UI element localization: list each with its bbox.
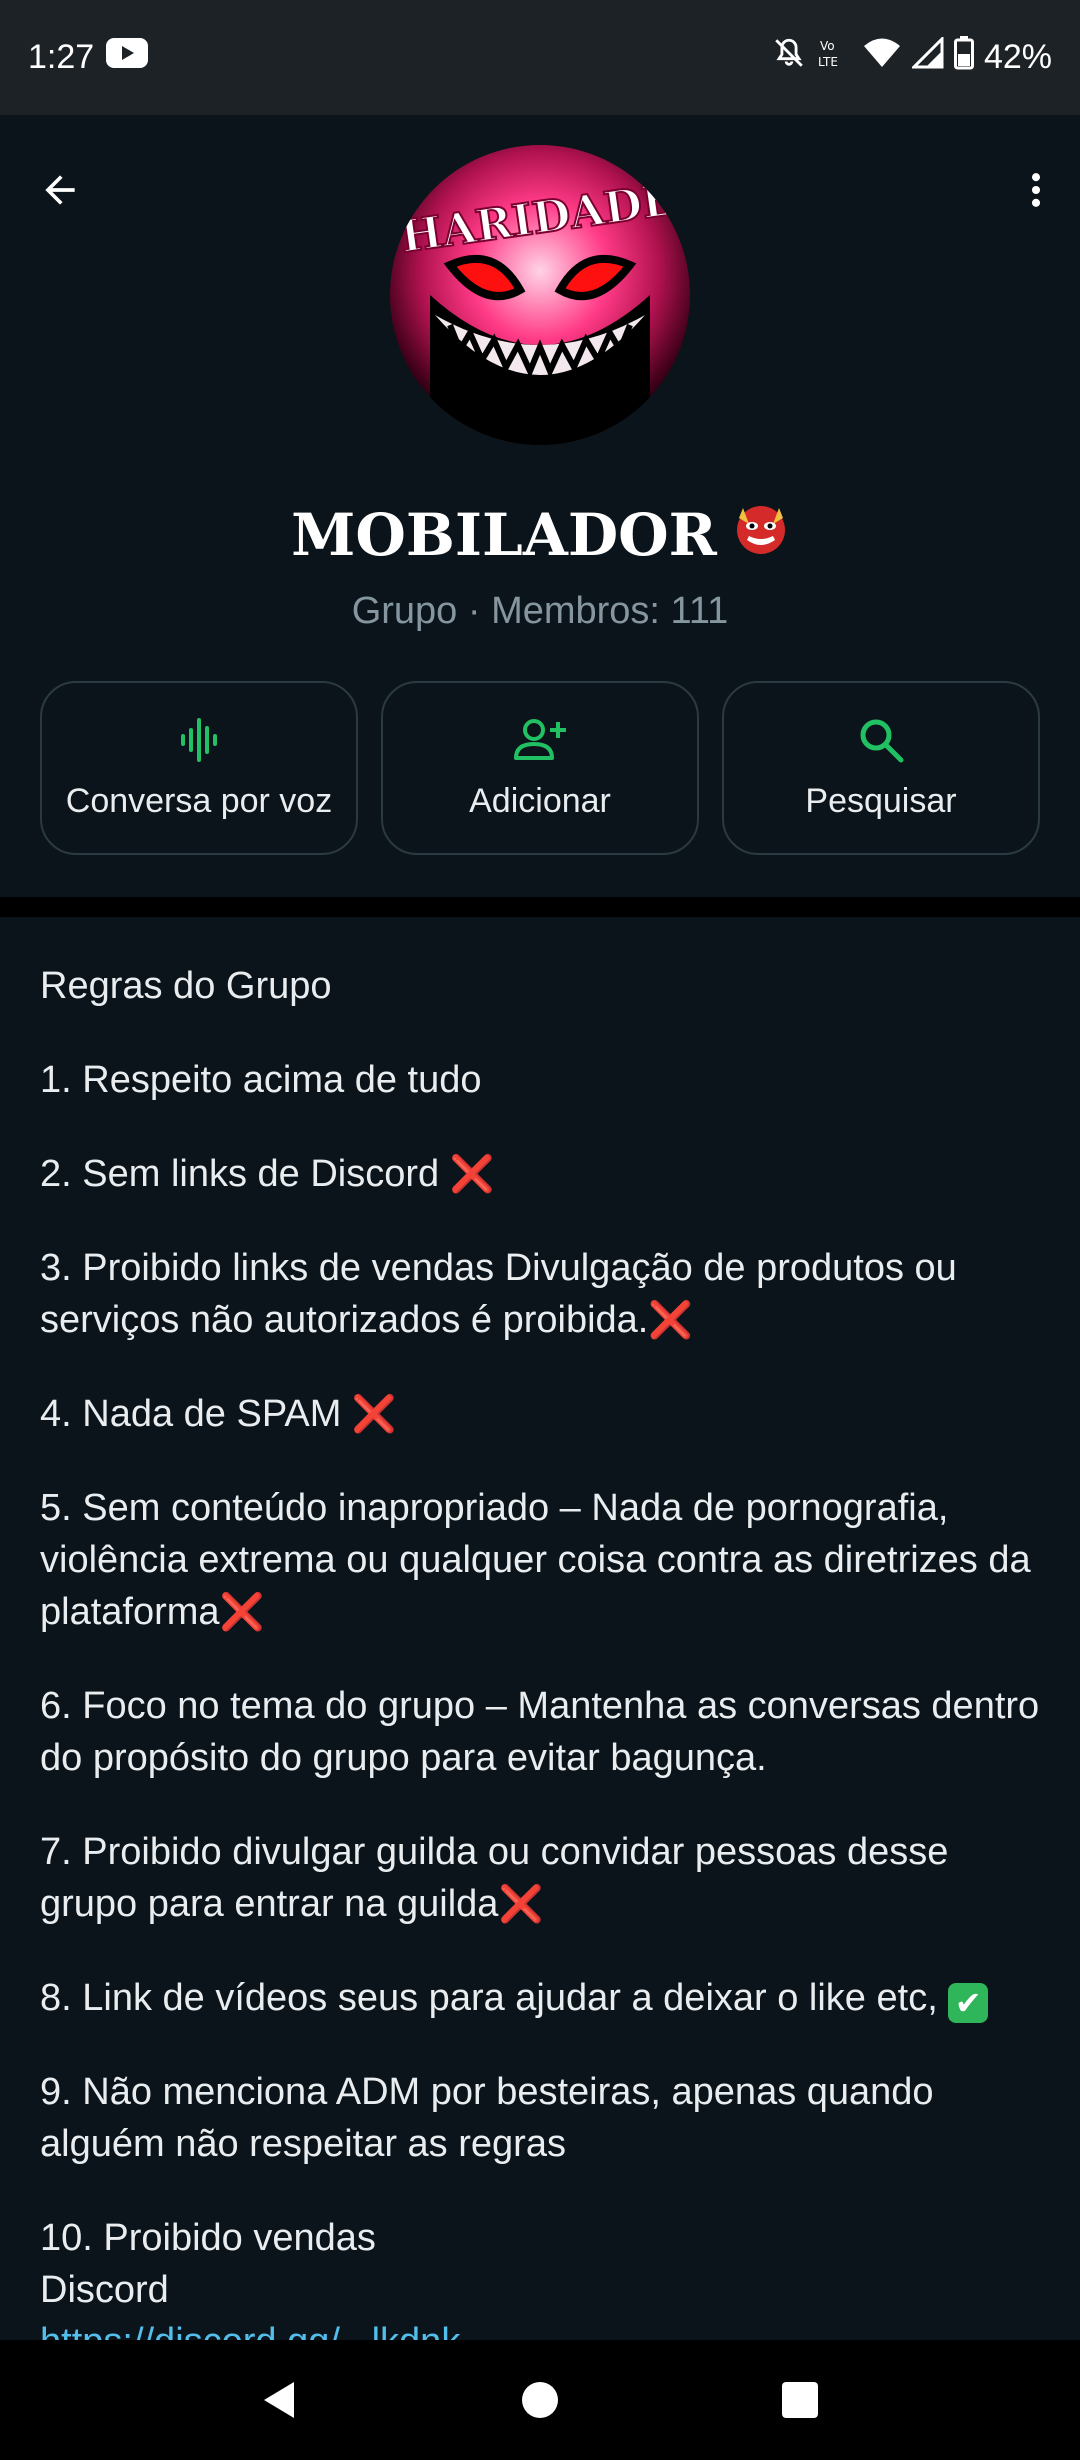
nav-home-icon [522,2382,558,2418]
rule-item: 1. Respeito acima de tudo [40,1059,482,1101]
cross-mark-icon: ❌ [648,1299,694,1340]
cross-mark-icon: ❌ [219,1591,265,1632]
rule-item: 7. Proibido divulgar guilda ou convidar … [40,1831,949,1925]
avatar-image: HARIDADE [396,173,680,445]
nav-recents-button[interactable] [760,2360,840,2440]
action-buttons: Conversa por voz Adicionar Pesquisar [40,681,1040,859]
wifi-icon [862,37,902,78]
status-right: Vo LTE 42% [772,35,1052,79]
group-avatar[interactable]: HARIDADE [390,145,690,445]
group-description[interactable]: Regras do Grupo 1. Respeito acima de tud… [40,960,1050,2340]
group-name: MOBILADOR [0,500,1080,570]
status-time: 1:27 [28,38,95,76]
section-divider [0,897,1080,917]
rule-item: 5. Sem conteúdo inapropriado – Nada de p… [40,1487,1031,1633]
battery-percent: 42% [983,38,1052,76]
cross-mark-icon: ❌ [498,1883,544,1924]
rule-item: 10. Proibido vendas Discord https://disc… [40,2212,1050,2340]
rule-item: 4. Nada de SPAM ❌ [40,1393,397,1435]
more-vert-icon [1031,173,1041,207]
rule-item: 6. Foco no tema do grupo – Mantenha as c… [40,1685,1040,1779]
voice-chat-button[interactable]: Conversa por voz [40,681,358,855]
search-icon [860,719,904,762]
group-info-header: HARIDADE MOBILADOR Grupo · Membros: 111 … [0,115,1080,897]
group-subtitle: Grupo · Membros: 111 [351,590,729,632]
more-options-button[interactable] [1006,160,1066,220]
rule-item: 9. Não menciona ADM por besteiras, apena… [40,2071,934,2165]
system-nav-bar [0,2340,1080,2460]
rules-title: Regras do Grupo [40,965,332,1007]
avatar-logo-text: HARIDADE [397,174,678,263]
add-person-icon [514,718,566,760]
mute-icon [772,36,806,79]
add-member-button[interactable]: Adicionar [381,681,699,855]
search-label: Pesquisar [805,781,957,820]
group-title: MOBILADOR [291,501,717,569]
rule-item: 3. Proibido links de vendas Divulgação d… [40,1247,957,1341]
battery-icon [953,36,974,79]
cross-mark-icon: ❌ [351,1393,397,1434]
check-mark-icon: ✔ [948,1983,989,2023]
nav-back-button[interactable] [240,2360,320,2440]
youtube-icon [106,38,149,77]
search-button[interactable]: Pesquisar [722,681,1040,855]
arrow-left-icon [45,175,75,205]
cross-mark-icon: ❌ [449,1153,495,1194]
discord-link[interactable]: https://discord.gg/...lkdnk... [40,2321,492,2340]
status-left: 1:27 [28,38,149,77]
svg-text:Vo: Vo [820,39,835,53]
nav-back-icon [264,2382,294,2418]
rule-item: 2. Sem links de Discord ❌ [40,1153,495,1195]
nav-home-button[interactable] [500,2360,580,2440]
svg-text:LTE: LTE [818,55,838,69]
voice-wave-icon [181,717,217,762]
add-member-label: Adicionar [469,781,611,820]
goblin-emoji-icon [733,500,789,570]
voice-chat-label: Conversa por voz [65,781,333,820]
volte-icon: Vo LTE [816,36,852,79]
rule-item: 8. Link de vídeos seus para ajudar a dei… [40,1972,1050,2024]
nav-recents-icon [782,2382,818,2418]
signal-icon [910,35,944,78]
back-button[interactable] [30,160,90,220]
status-bar: 1:27 Vo LTE 42% [0,0,1080,115]
